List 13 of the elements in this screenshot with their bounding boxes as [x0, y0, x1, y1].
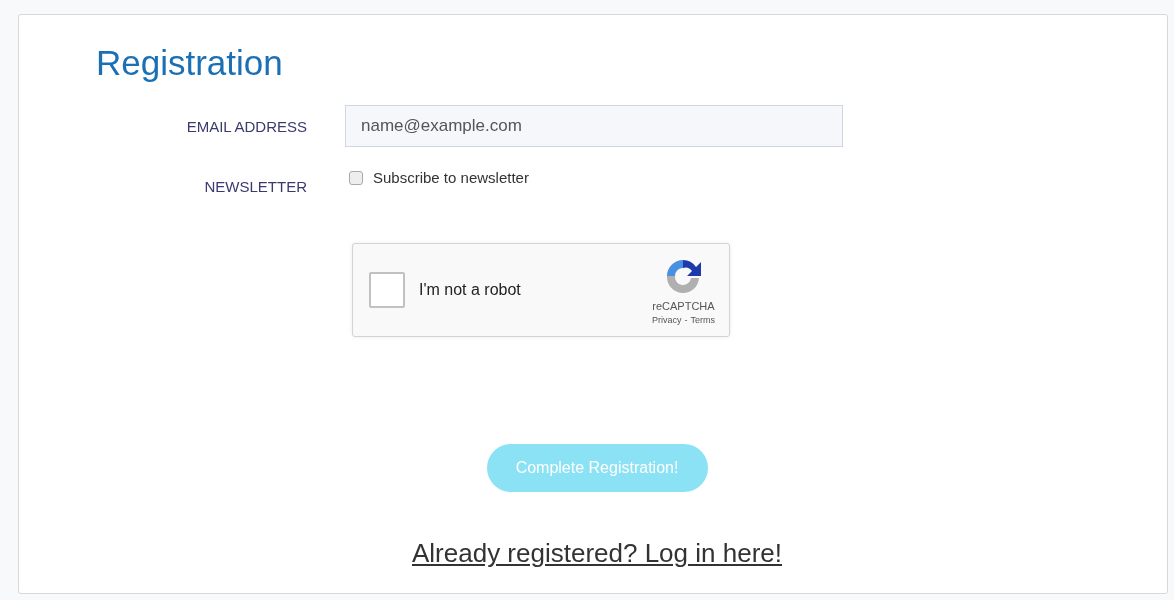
- captcha-brand: reCAPTCHA: [652, 299, 715, 312]
- field-label: NEWSLETTER: [203, 178, 307, 195]
- login-link[interactable]: Already registered? Log in here!: [412, 538, 782, 569]
- checkbox-label[interactable]: Subscribe to newsletter: [373, 169, 529, 186]
- field-label: EMAIL ADDRESS: [185, 117, 307, 135]
- separator: -: [684, 314, 688, 325]
- terms-link[interactable]: Terms: [690, 314, 715, 325]
- checkbox[interactable]: [349, 170, 363, 185]
- privacy-link[interactable]: Privacy: [652, 314, 682, 325]
- captcha-checkbox[interactable]: [369, 272, 405, 308]
- email-field[interactable]: name@example.com: [345, 105, 843, 147]
- page-title: Registration: [96, 42, 284, 84]
- captcha-label: I'm not a robot: [419, 281, 522, 299]
